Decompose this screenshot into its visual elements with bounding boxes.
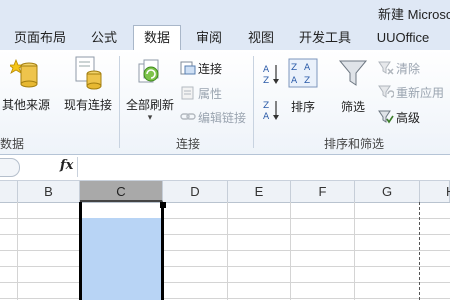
sort-ascending-button[interactable]: A Z [262,62,282,86]
svg-text:A: A [263,112,270,122]
svg-text:A: A [291,76,298,86]
selected-range[interactable] [80,218,162,300]
group-separator [119,56,120,148]
column-headers: B C D E F G H [0,181,450,203]
row-header-corner[interactable] [0,181,18,202]
window-title: 新建 Microso [378,7,450,22]
tab-uuoffice[interactable]: UUOffice [370,26,436,50]
page-break-line [419,202,420,300]
tab-formulas[interactable]: 公式 [84,26,124,50]
connections-icon [180,61,196,75]
clear-filter-icon [378,61,394,75]
selection-border [161,208,164,300]
column-header-b[interactable]: B [18,181,80,202]
refresh-all-label: 全部刷新 [125,98,174,112]
advanced-filter-icon [378,110,394,124]
tab-review[interactable]: 审阅 [190,26,228,50]
clear-filter-label: 清除 [396,62,421,76]
grid-line [0,218,450,219]
grid-line [0,234,450,235]
database-icon [10,58,38,88]
filter-button[interactable]: 筛选 [334,56,372,116]
fill-handle[interactable] [160,202,166,208]
existing-connections-button[interactable]: 现有连接 [60,54,116,114]
svg-text:A: A [304,63,311,73]
edit-links-label: 编辑链接 [198,111,247,125]
column-header-e[interactable]: E [228,181,291,202]
edit-links-button[interactable]: 编辑链接 [180,109,260,125]
formula-bar: fx [0,155,450,181]
tab-view[interactable]: 视图 [243,26,279,50]
refresh-icon [138,59,159,83]
cell-grid[interactable] [0,202,450,300]
advanced-filter-button[interactable]: 高级 [378,109,438,125]
advanced-filter-label: 高级 [396,111,421,125]
properties-button[interactable]: 属性 [180,85,240,101]
ribbon: 其他来源 现有连接 数据 全部刷新 ▾ 连接 属性 编辑链接 连接 A Z Z … [0,50,450,155]
column-header-d[interactable]: D [163,181,228,202]
selection-border [79,202,82,300]
clear-filter-button[interactable]: 清除 [378,60,438,76]
title-bar: 新建 Microso [0,0,450,24]
svg-text:A: A [263,65,270,75]
group-label-data: 数据 [0,137,25,151]
link-icon [180,113,196,120]
grid-line [17,202,18,300]
svg-text:Z: Z [304,76,310,86]
other-sources-label: 其他来源 [1,98,50,112]
connections-button[interactable]: 连接 [180,60,240,76]
svg-text:Z: Z [291,63,297,73]
reapply-icon [378,85,394,98]
column-header-h[interactable]: H [420,181,450,202]
name-box[interactable] [0,158,20,177]
grid-line [0,282,450,283]
grid-line [354,202,355,300]
svg-text:Z: Z [263,101,269,111]
grid-line [227,202,228,300]
sort-icon: Z A A Z [288,58,318,88]
chevron-down-icon: ▾ [147,112,153,122]
tab-data[interactable]: 数据 [133,25,181,50]
connections-label: 连接 [198,62,223,76]
group-label-sort-filter: 排序和筛选 [324,137,385,151]
column-header-f[interactable]: F [291,181,355,202]
svg-text:Z: Z [263,76,269,86]
fx-icon[interactable]: fx [60,158,73,173]
grid-line [0,250,450,251]
reapply-button[interactable]: 重新应用 [378,84,450,100]
sort-label: 排序 [290,100,315,114]
sort-za-icon: Z A [263,101,279,122]
column-header-g[interactable]: G [355,181,420,202]
group-separator [253,56,254,148]
grid-line [290,202,291,300]
tab-page-layout[interactable]: 页面布局 [10,26,70,50]
sort-descending-button[interactable]: Z A [262,98,282,122]
filter-label: 筛选 [340,100,365,114]
grid-line [0,266,450,267]
grid-line [0,298,450,299]
formula-input[interactable] [77,157,450,177]
sort-button[interactable]: Z A A Z 排序 [286,56,320,116]
tab-developer[interactable]: 开发工具 [294,26,356,50]
properties-label: 属性 [198,87,223,101]
group-label-connections: 连接 [176,137,201,151]
filter-funnel-icon [338,60,368,86]
ribbon-tab-bar: 页面布局 公式 数据 审阅 视图 开发工具 UUOffice [0,24,450,50]
reapply-label: 重新应用 [396,86,445,100]
refresh-all-button[interactable]: 全部刷新 ▾ [122,54,178,128]
properties-icon [181,86,194,100]
column-header-c[interactable]: C [80,181,163,202]
sort-az-icon: A Z [263,65,279,86]
other-sources-button[interactable]: 其他来源 [0,54,52,114]
existing-connections-icon [75,56,102,90]
existing-connections-label: 现有连接 [63,98,112,112]
